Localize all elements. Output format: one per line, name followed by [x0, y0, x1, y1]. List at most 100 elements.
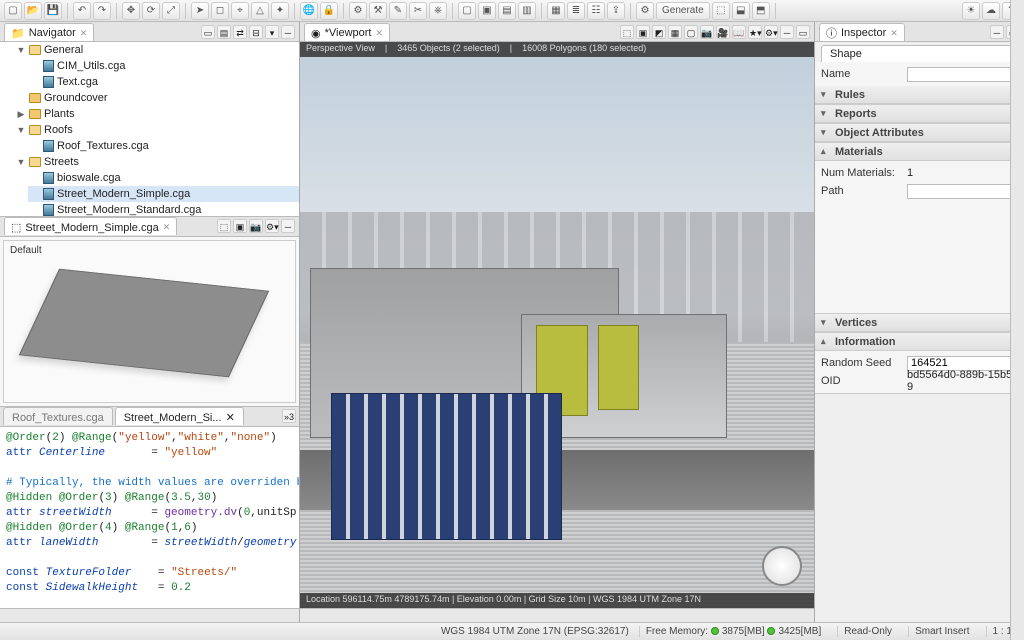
minimize-icon[interactable]: ─ — [281, 25, 295, 39]
tree-bioswale[interactable]: bioswale.cga — [57, 170, 121, 186]
axis-icon[interactable]: ✦ — [271, 2, 289, 20]
editor-scrollbar-h[interactable] — [0, 608, 299, 622]
grid-icon[interactable]: ▦ — [547, 2, 565, 20]
nav-tool2-icon[interactable]: ▤ — [217, 25, 231, 39]
box1-icon[interactable]: ▢ — [458, 2, 476, 20]
redo-icon[interactable]: ↷ — [93, 2, 111, 20]
vertices-header[interactable]: ▾Vertices — [815, 314, 1024, 332]
box3-icon[interactable]: ▤ — [498, 2, 516, 20]
navigator-tab[interactable]: 📁 Navigator ✕ — [4, 23, 94, 41]
tree-general[interactable]: General — [44, 42, 83, 58]
materials-header[interactable]: ▴Materials — [815, 143, 1024, 161]
rotate-icon[interactable]: ⟳ — [142, 2, 160, 20]
vp-cam-icon[interactable]: 📷▾ — [700, 25, 714, 39]
tree-cim[interactable]: CIM_Utils.cga — [57, 58, 125, 74]
layers-icon[interactable]: ≣ — [567, 2, 585, 20]
undo-icon[interactable]: ↶ — [73, 2, 91, 20]
model3-icon[interactable]: ⬒ — [752, 2, 770, 20]
pv-tool2-icon[interactable]: ▣ — [233, 219, 247, 233]
objattrs-header[interactable]: ▾Object Attributes — [815, 124, 1024, 142]
editor-tab-roof[interactable]: Roof_Textures.cga — [3, 407, 113, 425]
model1-icon[interactable]: ⬚ — [712, 2, 730, 20]
close-icon[interactable]: ✕ — [226, 411, 235, 424]
viewport-3d[interactable]: Perspective View| 3465 Objects (2 select… — [300, 42, 814, 608]
open-icon[interactable]: 📂 — [24, 2, 42, 20]
scale-icon[interactable]: ⤢ — [162, 2, 180, 20]
menu-icon[interactable]: ▾ — [265, 25, 279, 39]
tree-streets[interactable]: Streets — [44, 154, 79, 170]
tree-roofs[interactable]: Roofs — [44, 122, 73, 138]
globe-icon[interactable]: 🌐 — [300, 2, 318, 20]
target-icon[interactable]: ⌖ — [231, 2, 249, 20]
box2-icon[interactable]: ▣ — [478, 2, 496, 20]
collapse-icon[interactable]: ⊟ — [249, 25, 263, 39]
editor-tab-street[interactable]: Street_Modern_Si... ✕ — [115, 407, 244, 425]
close-icon[interactable]: ✕ — [890, 28, 898, 39]
nav-tool1-icon[interactable]: ▭ — [201, 25, 215, 39]
tool-e-icon[interactable]: ⎈ — [429, 2, 447, 20]
vp-gear-icon[interactable]: ⚙▾ — [764, 25, 778, 39]
viewport-tab[interactable]: ◉ *Viewport ✕ — [304, 23, 390, 41]
minimize-icon[interactable]: ─ — [780, 25, 794, 39]
vp-shade1-icon[interactable]: ⬚ — [620, 25, 634, 39]
pv-tool1-icon[interactable]: ⬚ — [217, 219, 231, 233]
editor-more[interactable]: »3 — [282, 409, 296, 423]
information-header[interactable]: ▴Information — [815, 333, 1024, 351]
export-icon[interactable]: ⇪ — [607, 2, 625, 20]
minimize-icon[interactable]: ─ — [281, 219, 295, 233]
cloud-icon[interactable]: ☁ — [982, 2, 1000, 20]
tree-street-simple[interactable]: Street_Modern_Simple.cga — [57, 186, 190, 202]
generate-button[interactable]: Generate — [656, 2, 710, 20]
minimize-icon[interactable]: ─ — [990, 25, 1004, 39]
inspector-scrollbar-v[interactable] — [1010, 0, 1024, 640]
close-icon[interactable]: ✕ — [80, 28, 88, 39]
code-editor[interactable]: @Order(2) @Range("yellow","white","none"… — [0, 427, 299, 609]
tree-plants[interactable]: Plants — [44, 106, 75, 122]
measure-icon[interactable]: △ — [251, 2, 269, 20]
close-icon[interactable]: ✕ — [163, 222, 171, 233]
shape-tab[interactable]: Shape — [821, 45, 1024, 62]
gear-icon[interactable]: ⚙ — [636, 2, 654, 20]
pv-cam-icon[interactable]: 📷 — [249, 219, 263, 233]
tool-c-icon[interactable]: ✎ — [389, 2, 407, 20]
stack-icon[interactable]: ☷ — [587, 2, 605, 20]
frame-icon[interactable]: ◻ — [211, 2, 229, 20]
reports-header[interactable]: ▾Reports — [815, 105, 1024, 123]
vp-book-icon[interactable]: 📖▾ — [732, 25, 746, 39]
pv-gear-icon[interactable]: ⚙▾ — [265, 219, 279, 233]
sun-icon[interactable]: ☀ — [962, 2, 980, 20]
preview-tab[interactable]: ⬚ Street_Modern_Simple.cga ✕ — [4, 217, 177, 235]
vp-shade3-icon[interactable]: ◩ — [652, 25, 666, 39]
vp-shade2-icon[interactable]: ▣ — [636, 25, 650, 39]
vp-wire-icon[interactable]: ▢ — [684, 25, 698, 39]
tool-b-icon[interactable]: ⚒ — [369, 2, 387, 20]
lock-icon[interactable]: 🔒 — [320, 2, 338, 20]
save-icon[interactable]: 💾 — [44, 2, 62, 20]
maximize-icon[interactable]: ▭ — [796, 25, 810, 39]
tree-groundcover[interactable]: Groundcover — [44, 90, 108, 106]
move-icon[interactable]: ✥ — [122, 2, 140, 20]
rules-header[interactable]: ▾Rules — [815, 86, 1024, 104]
box4-icon[interactable]: ▥ — [518, 2, 536, 20]
inspector-tab[interactable]: ⓘ Inspector ✕ — [819, 23, 905, 41]
vp-star-icon[interactable]: ★▾ — [748, 25, 762, 39]
num-materials-value: 1 — [907, 167, 913, 179]
tree-rooftex[interactable]: Roof_Textures.cga — [57, 138, 149, 154]
close-icon[interactable]: ✕ — [376, 28, 384, 39]
preview-canvas[interactable]: Default — [3, 240, 296, 403]
path-input[interactable] — [907, 184, 1024, 199]
tool-d-icon[interactable]: ✂ — [409, 2, 427, 20]
tool-a-icon[interactable]: ⚙ — [349, 2, 367, 20]
select-icon[interactable]: ➤ — [191, 2, 209, 20]
name-input[interactable] — [907, 67, 1024, 82]
navigator-tree[interactable]: ▼General CIM_Utils.cga Text.cga Groundco… — [0, 42, 299, 217]
model2-icon[interactable]: ⬓ — [732, 2, 750, 20]
link-icon[interactable]: ⇄ — [233, 25, 247, 39]
vp-tex-icon[interactable]: ▦ — [668, 25, 682, 39]
tree-street-standard[interactable]: Street_Modern_Standard.cga — [57, 202, 201, 217]
new-icon[interactable]: ▢ — [4, 2, 22, 20]
viewport-scrollbar-h[interactable] — [300, 608, 814, 622]
compass-icon[interactable] — [762, 546, 802, 586]
tree-text[interactable]: Text.cga — [57, 74, 98, 90]
vp-cam2-icon[interactable]: 🎥▾ — [716, 25, 730, 39]
